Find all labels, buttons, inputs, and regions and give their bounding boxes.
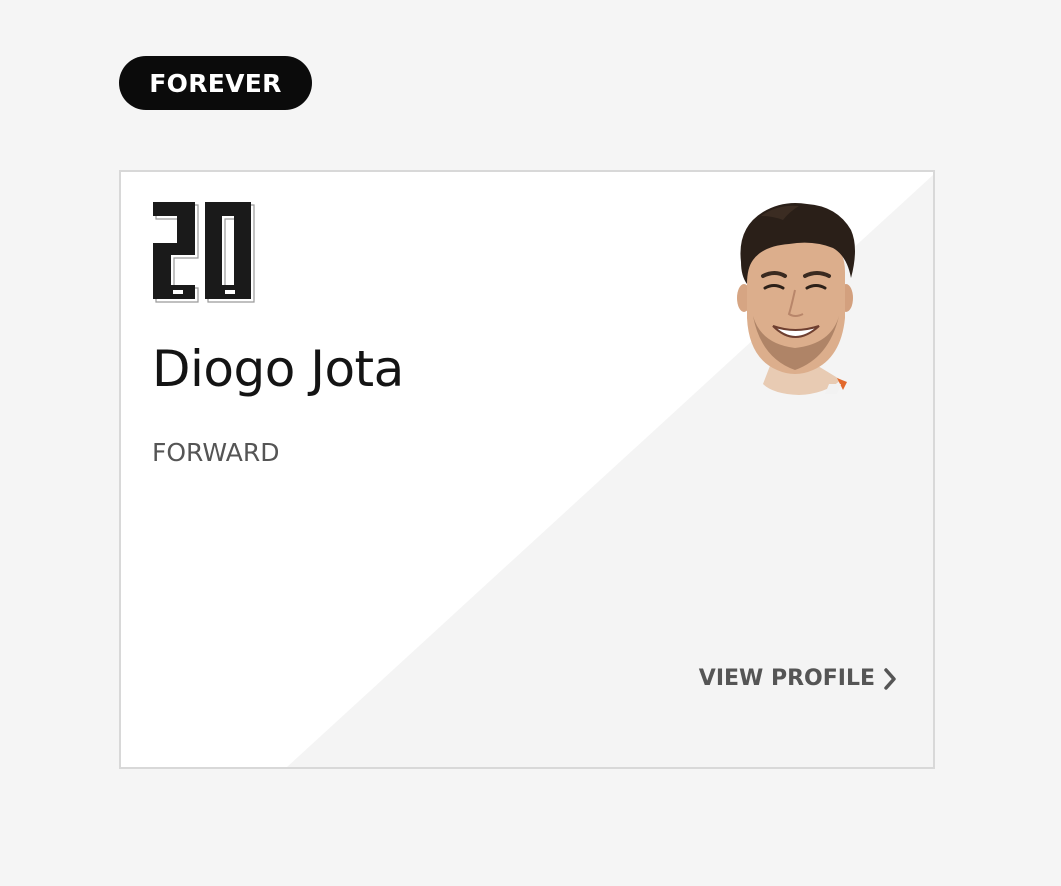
player-position: FORWARD (152, 438, 280, 467)
shirt-number-graphic (153, 202, 255, 303)
forever-badge: FOREVER (119, 56, 312, 110)
view-profile-label: VIEW PROFILE (698, 666, 875, 691)
player-name: Diogo Jota (152, 340, 404, 398)
player-portrait (737, 203, 855, 395)
player-card[interactable]: Diogo Jota FORWARD VIEW PROFILE (119, 170, 935, 769)
view-profile-link[interactable]: VIEW PROFILE (699, 666, 897, 691)
chevron-right-icon (884, 667, 896, 690)
forever-badge-label: FOREVER (149, 68, 282, 98)
